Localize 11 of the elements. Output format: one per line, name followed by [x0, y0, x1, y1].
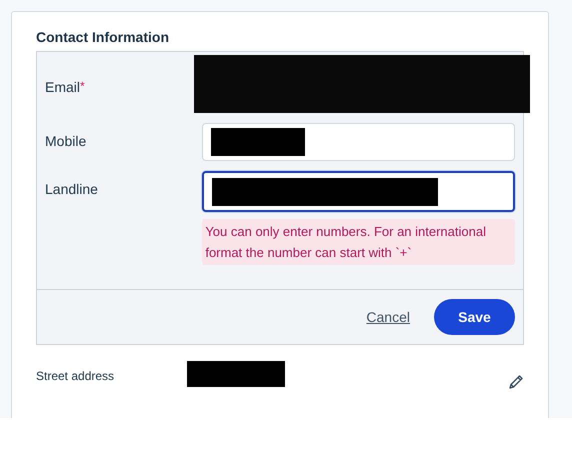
- cancel-link[interactable]: Cancel: [366, 309, 410, 325]
- error-message: You can only enter numbers. For an international format the number can start with `+`: [202, 219, 515, 265]
- save-button[interactable]: Save: [434, 299, 515, 335]
- input-field[interactable]: [202, 171, 515, 212]
- field-label: Email: [45, 79, 80, 95]
- field-label: Street address: [36, 368, 116, 383]
- field-label: Landline: [45, 181, 98, 197]
- field-label: Mobile: [45, 133, 86, 149]
- section-title: Contact Information: [36, 29, 170, 45]
- required-mark: *: [80, 79, 85, 93]
- edit-icon[interactable]: [508, 374, 524, 390]
